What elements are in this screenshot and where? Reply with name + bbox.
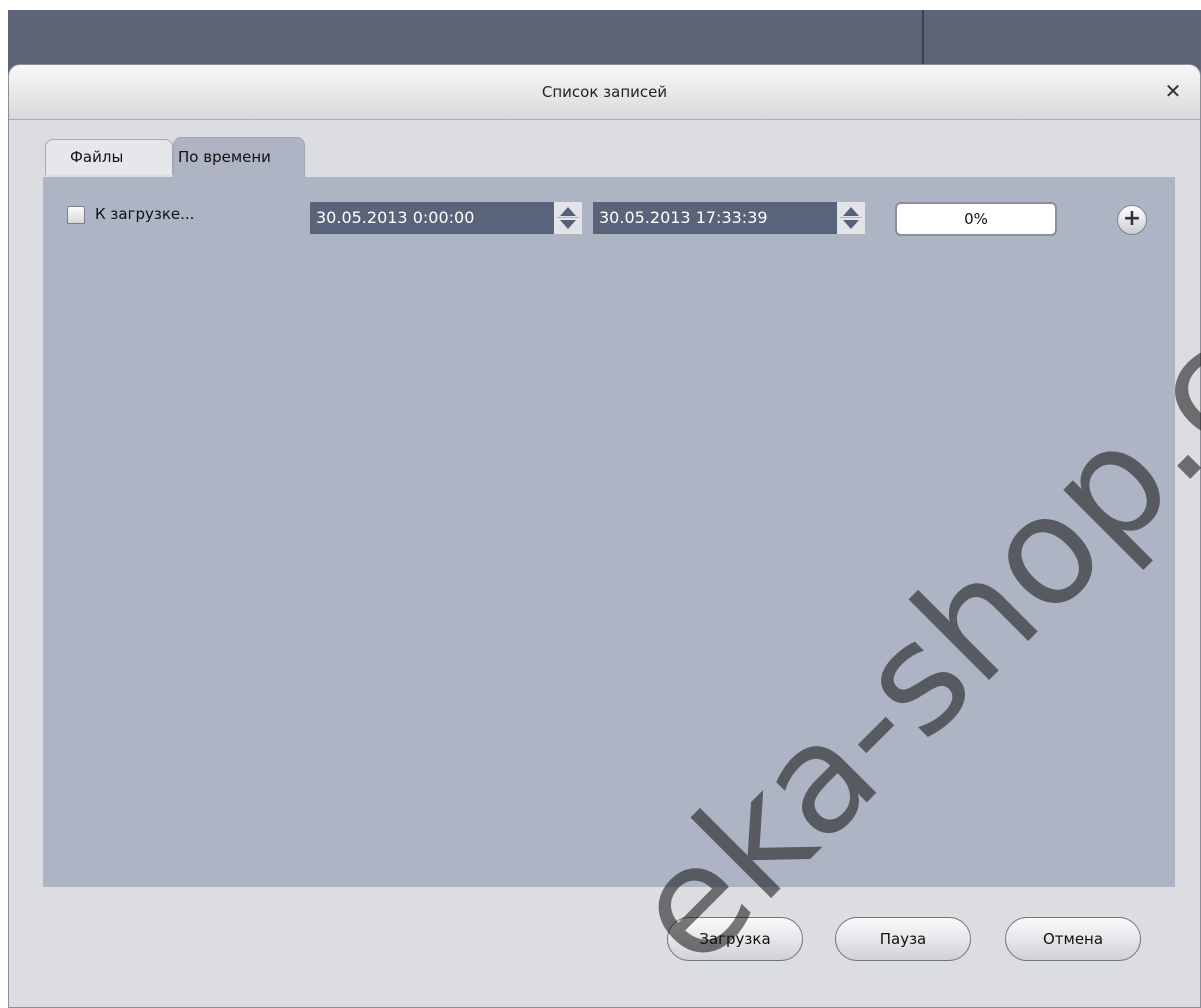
spin-down-icon[interactable] — [560, 220, 576, 229]
start-datetime-value: 30.05.2013 0:00:00 — [316, 208, 475, 227]
download-checkbox-label[interactable]: К загрузке... — [95, 205, 194, 223]
end-datetime-value: 30.05.2013 17:33:39 — [599, 208, 768, 227]
spin-down-icon[interactable] — [843, 220, 859, 229]
start-datetime-spinner[interactable] — [554, 202, 582, 234]
background-divider — [922, 10, 924, 70]
spin-up-icon[interactable] — [560, 207, 576, 216]
tab-panel: К загрузке... 30.05.2013 0:00:00 30.05.2… — [43, 177, 1175, 887]
dialog-title: Список записей — [541, 83, 668, 101]
pause-button[interactable]: Пауза — [835, 917, 971, 961]
spinner-divider — [557, 217, 579, 218]
record-list-dialog: Список записей ✕ Файлы По времени К загр… — [8, 64, 1201, 1008]
end-datetime-field[interactable]: 30.05.2013 17:33:39 — [593, 202, 865, 234]
close-icon[interactable]: ✕ — [1160, 78, 1186, 104]
download-button[interactable]: Загрузка — [667, 917, 803, 961]
download-progress: 0% — [895, 202, 1057, 236]
end-datetime-spinner[interactable] — [837, 202, 865, 234]
spin-up-icon[interactable] — [843, 207, 859, 216]
download-checkbox[interactable] — [67, 206, 85, 224]
start-datetime-field[interactable]: 30.05.2013 0:00:00 — [310, 202, 582, 234]
cancel-button[interactable]: Отмена — [1005, 917, 1141, 961]
dialog-titlebar: Список записей ✕ — [9, 65, 1200, 120]
tab-files[interactable]: Файлы — [45, 139, 173, 175]
plus-circle-icon[interactable]: + — [1117, 205, 1147, 235]
spinner-divider — [840, 217, 862, 218]
tab-by-time[interactable]: По времени — [173, 137, 305, 177]
